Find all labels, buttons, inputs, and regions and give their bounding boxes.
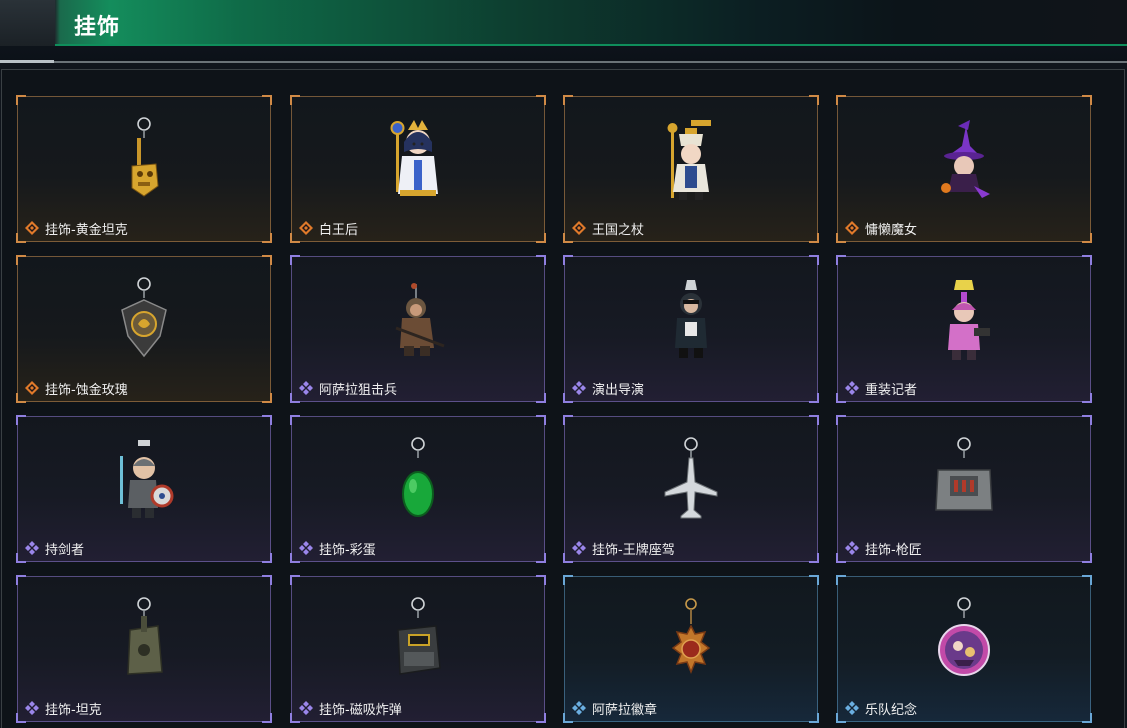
charm-name: 挂饰-枪匠 <box>865 542 922 558</box>
rarity-purple-icon <box>299 541 313 555</box>
kingdom-scepter-charm-icon <box>651 116 731 204</box>
rarity-purple-icon <box>25 541 39 555</box>
page-title: 挂饰 <box>74 15 121 40</box>
charm-card[interactable]: 慵懒魔女 <box>836 95 1092 243</box>
charm-card[interactable]: 挂饰-枪匠 <box>836 415 1092 563</box>
gunsmith-charm-icon <box>924 436 1004 524</box>
charm-card[interactable]: 挂饰-彩蛋 <box>290 415 546 563</box>
rarity-purple-icon <box>845 381 859 395</box>
ace-jet-charm-icon <box>651 436 731 524</box>
charm-name: 阿萨拉徽章 <box>592 702 658 718</box>
charm-card[interactable]: 乐队纪念 <box>836 575 1092 723</box>
rarity-purple-icon <box>572 541 586 555</box>
charm-card[interactable]: 挂饰-坦克 <box>16 575 272 723</box>
charm-card[interactable]: 阿萨拉狙击兵 <box>290 255 546 403</box>
charm-card[interactable]: 阿萨拉徽章 <box>563 575 819 723</box>
rarity-purple-icon <box>25 701 39 715</box>
charm-name: 挂饰-王牌座驾 <box>592 542 675 558</box>
gold-rose-charm-icon <box>104 276 184 364</box>
charm-name: 白王后 <box>319 222 359 238</box>
charm-card[interactable]: 挂饰-王牌座驾 <box>563 415 819 563</box>
header-underline <box>0 60 1127 66</box>
magnetic-bomb-charm-icon <box>378 596 458 684</box>
charm-name: 挂饰-磁吸炸弹 <box>319 702 402 718</box>
charm-card[interactable]: 挂饰-磁吸炸弹 <box>290 575 546 723</box>
charm-name: 挂饰-黄金坦克 <box>45 222 128 238</box>
charm-card[interactable]: 王国之杖 <box>563 95 819 243</box>
charm-name: 慵懒魔女 <box>865 222 918 238</box>
rarity-purple-icon <box>845 541 859 555</box>
rarity-blue-icon <box>572 701 586 715</box>
heavy-reporter-charm-icon <box>924 276 1004 364</box>
category-tab[interactable]: 挂饰 <box>0 0 1127 46</box>
rarity-purple-icon <box>299 701 313 715</box>
tank-charm-icon <box>104 596 184 684</box>
charm-name: 乐队纪念 <box>865 702 918 718</box>
sniper-charm-icon <box>378 276 458 364</box>
charm-card[interactable]: 挂饰-蚀金玫瑰 <box>16 255 272 403</box>
charm-card[interactable]: 持剑者 <box>16 415 272 563</box>
charm-card[interactable]: 白王后 <box>290 95 546 243</box>
charm-card[interactable]: 挂饰-黄金坦克 <box>16 95 272 243</box>
rarity-purple-icon <box>299 381 313 395</box>
asala-badge-charm-icon <box>651 596 731 684</box>
swordsman-charm-icon <box>104 436 184 524</box>
charm-name: 王国之杖 <box>592 222 645 238</box>
rarity-gold-icon <box>25 381 39 395</box>
charm-panel: 挂饰-黄金坦克 白王后 王国之杖 慵懒魔女 挂饰-蚀金玫瑰 阿萨拉狙击兵 演出导… <box>1 69 1125 728</box>
band-memento-charm-icon <box>924 596 1004 684</box>
rarity-gold-icon <box>845 221 859 235</box>
top-header: 挂饰 <box>0 0 1127 63</box>
lazy-witch-charm-icon <box>924 116 1004 204</box>
charm-card[interactable]: 演出导演 <box>563 255 819 403</box>
white-queen-charm-icon <box>378 116 458 204</box>
charm-name: 挂饰-坦克 <box>45 702 102 718</box>
show-director-charm-icon <box>651 276 731 364</box>
rarity-blue-icon <box>845 701 859 715</box>
charm-name: 持剑者 <box>45 542 85 558</box>
charm-name: 重装记者 <box>865 382 918 398</box>
rarity-gold-icon <box>572 221 586 235</box>
easter-egg-charm-icon <box>378 436 458 524</box>
charm-name: 挂饰-彩蛋 <box>319 542 376 558</box>
rarity-gold-icon <box>25 221 39 235</box>
charm-name: 挂饰-蚀金玫瑰 <box>45 382 128 398</box>
charm-card[interactable]: 重装记者 <box>836 255 1092 403</box>
charm-name: 阿萨拉狙击兵 <box>319 382 398 398</box>
rarity-gold-icon <box>299 221 313 235</box>
rarity-purple-icon <box>572 381 586 395</box>
charm-name: 演出导演 <box>592 382 645 398</box>
golden-tank-charm-icon <box>104 116 184 204</box>
